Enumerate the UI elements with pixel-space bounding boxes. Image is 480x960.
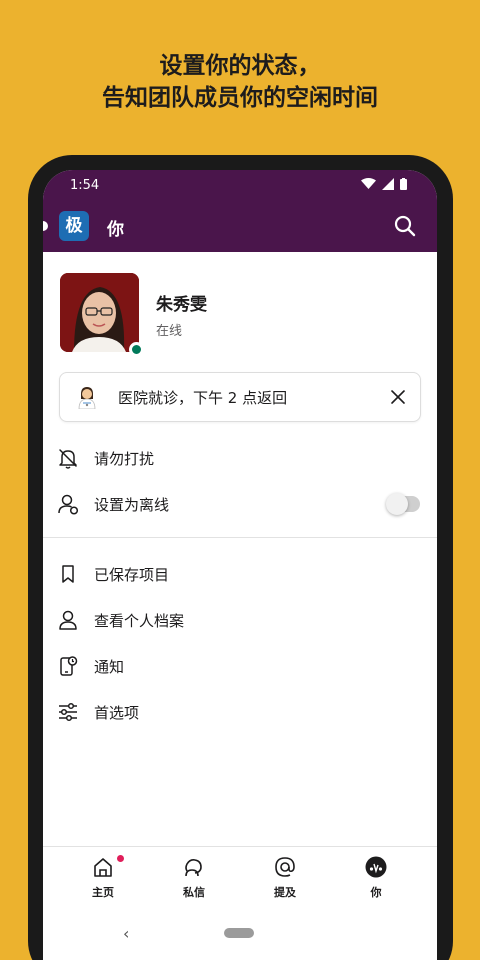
tab-home[interactable]: 主页	[58, 847, 148, 907]
tab-mentions[interactable]: 提及	[240, 847, 330, 907]
tab-label-mentions: 提及	[274, 886, 296, 899]
profile-name: 朱秀雯	[156, 295, 207, 315]
workspace-switcher[interactable]: 极	[59, 211, 89, 241]
user-away-icon	[58, 494, 79, 515]
menu-item-view-profile[interactable]: 查看个人档案	[43, 598, 437, 642]
home-pill[interactable]	[224, 928, 254, 938]
menu-label-dnd: 请勿打扰	[94, 450, 155, 468]
wifi-icon	[361, 178, 376, 189]
menu-item-preferences[interactable]: 首选项	[43, 690, 437, 734]
back-icon[interactable]: ‹	[123, 924, 129, 943]
avatar-photo	[60, 273, 139, 352]
menu-item-set-away[interactable]: 设置为离线	[43, 482, 437, 526]
status-time: 1:54	[70, 178, 100, 193]
menu-label-view-profile: 查看个人档案	[94, 612, 185, 630]
home-icon	[94, 858, 112, 877]
page-title: 你	[107, 220, 124, 240]
presence-indicator	[129, 342, 144, 357]
user-icon	[59, 610, 77, 630]
phone-screen: 1:54 极 你 朱秀雯 在线 医院就诊，下午 2 点返回 请勿打扰 设置为离线…	[43, 170, 437, 960]
menu-item-saved[interactable]: 已保存项目	[43, 552, 437, 596]
dm-icon	[185, 859, 202, 877]
mention-icon	[275, 857, 295, 877]
phone-notification-icon	[60, 656, 78, 676]
workspace-indicator	[43, 221, 48, 231]
profile-header[interactable]: 朱秀雯 在线	[43, 252, 437, 362]
menu-item-dnd[interactable]: 请勿打扰	[43, 436, 437, 480]
tab-dms[interactable]: 私信	[149, 847, 239, 907]
system-nav-bar: ‹	[43, 906, 437, 960]
tab-label-you: 你	[370, 886, 382, 899]
menu-label-preferences: 首选项	[94, 704, 140, 722]
app-bar: 极 你	[43, 202, 437, 252]
avatar[interactable]	[60, 273, 139, 352]
bottom-tab-bar: 主页 私信 提及 你	[43, 846, 437, 906]
custom-status[interactable]: 医院就诊，下午 2 点返回	[59, 372, 421, 422]
you-avatar-icon	[365, 856, 387, 878]
menu-label-saved: 已保存项目	[94, 566, 170, 584]
tab-you[interactable]: 你	[331, 847, 421, 907]
bell-off-icon	[59, 449, 77, 469]
headline-line-2: 告知团队成员你的空闲时间	[102, 85, 378, 111]
menu-label-set-away: 设置为离线	[94, 496, 170, 514]
custom-status-text: 医院就诊，下午 2 点返回	[118, 389, 288, 407]
headline: 设置你的状态， 告知团队成员你的空闲时间	[0, 50, 480, 114]
tab-label-home: 主页	[92, 886, 114, 899]
presence-label: 在线	[156, 324, 183, 339]
signal-icon	[382, 178, 394, 190]
search-icon[interactable]	[393, 214, 417, 238]
toggle-knob	[386, 493, 408, 515]
status-bar: 1:54	[43, 170, 437, 202]
status-icons	[361, 178, 407, 190]
battery-icon	[400, 178, 407, 190]
bookmark-icon	[62, 565, 74, 583]
sliders-icon	[59, 702, 77, 722]
menu-item-notifications[interactable]: 通知	[43, 644, 437, 688]
away-toggle[interactable]	[386, 493, 420, 515]
close-icon[interactable]	[390, 389, 406, 405]
health-worker-icon	[78, 387, 96, 409]
divider	[43, 537, 437, 538]
menu-label-notifications: 通知	[94, 658, 125, 676]
headline-line-1: 设置你的状态，	[159, 53, 321, 79]
tab-label-dms: 私信	[183, 886, 205, 899]
unread-badge	[116, 854, 125, 863]
